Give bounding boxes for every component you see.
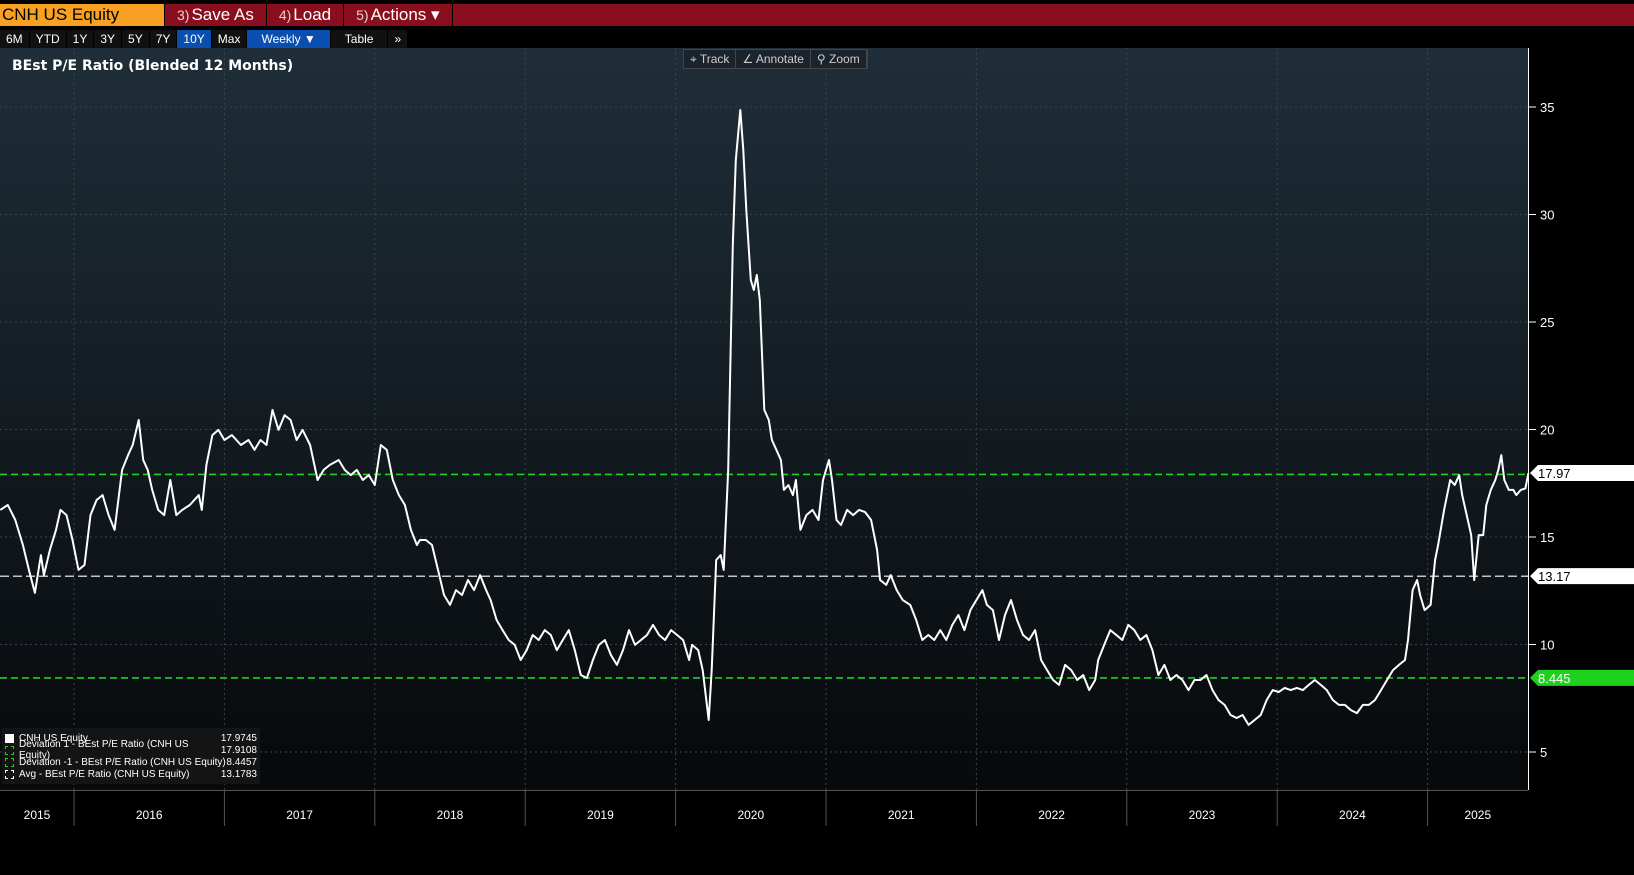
range-ytd[interactable]: YTD <box>29 30 67 48</box>
save-as-label: Save As <box>191 5 254 24</box>
table-button[interactable]: Table <box>330 30 389 48</box>
x-tick-label: 2022 <box>1038 808 1065 822</box>
annotate-button[interactable]: ∠ Annotate <box>736 50 811 68</box>
legend-value: 17.9108 <box>220 744 257 756</box>
range-10y[interactable]: 10Y <box>177 30 212 48</box>
x-tick-label: 2020 <box>737 808 764 822</box>
save-as-button[interactable]: 3) Save As <box>165 4 267 26</box>
y-tick-label: 10 <box>1540 638 1554 653</box>
x-tick-label: 2023 <box>1189 808 1216 822</box>
x-tick-label: 2019 <box>587 808 614 822</box>
x-tick-label: 2016 <box>136 808 163 822</box>
x-tick-label: 2021 <box>888 808 915 822</box>
legend-value: 13.1783 <box>220 768 257 780</box>
y-tick-label: 25 <box>1540 315 1554 330</box>
range-7y[interactable]: 7Y <box>149 30 178 48</box>
legend-swatch-dashed-green <box>5 757 14 767</box>
legend-label: Deviation -1 - BEst P/E Ratio (CNH US Eq… <box>19 756 226 768</box>
actions-label: Actions ▾ <box>370 5 440 24</box>
load-num: 4) <box>278 7 292 23</box>
chart-legend: CNH US Equity 17.9745 Deviation 1 - BEst … <box>2 728 260 784</box>
x-tick-label: 2025 <box>1464 808 1491 822</box>
y-tick-label: 5 <box>1540 745 1547 760</box>
save-as-num: 3) <box>177 7 190 23</box>
legend-item: Avg - BEst P/E Ratio (CNH US Equity) 13.1… <box>5 768 257 780</box>
legend-value: 8.4457 <box>226 756 257 768</box>
legend-swatch-dashed-green <box>5 745 14 755</box>
actions-num: 5) <box>356 7 369 23</box>
range-5y[interactable]: 5Y <box>122 30 150 48</box>
legend-label: Avg - BEst P/E Ratio (CNH US Equity) <box>19 768 190 780</box>
chart-tools: ⌖ Track ∠ Annotate ⚲ Zoom <box>683 49 868 69</box>
legend-item: Deviation 1 - BEst P/E Ratio (CNH US Equ… <box>5 739 257 761</box>
y-tick-label: 20 <box>1540 423 1554 438</box>
y-axis-tag-label: 17.97 <box>1538 466 1571 481</box>
range-max[interactable]: Max <box>211 30 248 48</box>
legend-value: 17.9745 <box>220 732 257 744</box>
track-button[interactable]: ⌖ Track <box>684 50 737 68</box>
range-3y[interactable]: 3Y <box>94 30 123 48</box>
y-tick-label: 30 <box>1540 208 1554 223</box>
legend-item: Deviation -1 - BEst P/E Ratio (CNH US Eq… <box>5 756 257 768</box>
y-tick-label: 15 <box>1540 530 1554 545</box>
load-button[interactable]: 4) Load <box>267 4 345 26</box>
actions-button[interactable]: 5) Actions ▾ <box>344 4 453 26</box>
y-tick-label: 35 <box>1540 100 1554 115</box>
more-button[interactable]: » <box>388 30 409 48</box>
y-axis-tags: 17.97 13.17 8.445 <box>1530 465 1634 686</box>
zoom-button[interactable]: ⚲ Zoom <box>811 50 867 68</box>
y-axis-tag-label: 13.17 <box>1538 569 1571 584</box>
ticker-field[interactable]: CNH US Equity <box>0 4 165 26</box>
x-tick-label: 2024 <box>1339 808 1366 822</box>
y-axis-tag-label: 8.445 <box>1538 671 1571 686</box>
legend-swatch-dashed-white <box>5 769 14 779</box>
x-tick-label: 2017 <box>286 808 313 822</box>
chart-title: BEst P/E Ratio (Blended 12 Months) <box>12 58 294 74</box>
function-bar: CNH US Equity 3) Save As 4) Load 5) Actions… <box>0 4 1634 26</box>
range-1y[interactable]: 1Y <box>66 30 95 48</box>
load-label: Load <box>293 5 332 24</box>
x-tick-label: 2015 <box>24 808 51 822</box>
legend-swatch-solid-white <box>5 733 14 743</box>
range-toolbar: 6M YTD 1Y 3Y 5Y 7Y 10Y Max Weekly ▼ Tabl… <box>0 30 409 48</box>
range-6m[interactable]: 6M <box>0 30 30 48</box>
x-tick-label: 2018 <box>437 808 464 822</box>
y-axis-ticks: 5 10 15 20 25 30 35 <box>1528 100 1554 760</box>
frequency-dropdown[interactable]: Weekly ▼ <box>247 30 331 48</box>
